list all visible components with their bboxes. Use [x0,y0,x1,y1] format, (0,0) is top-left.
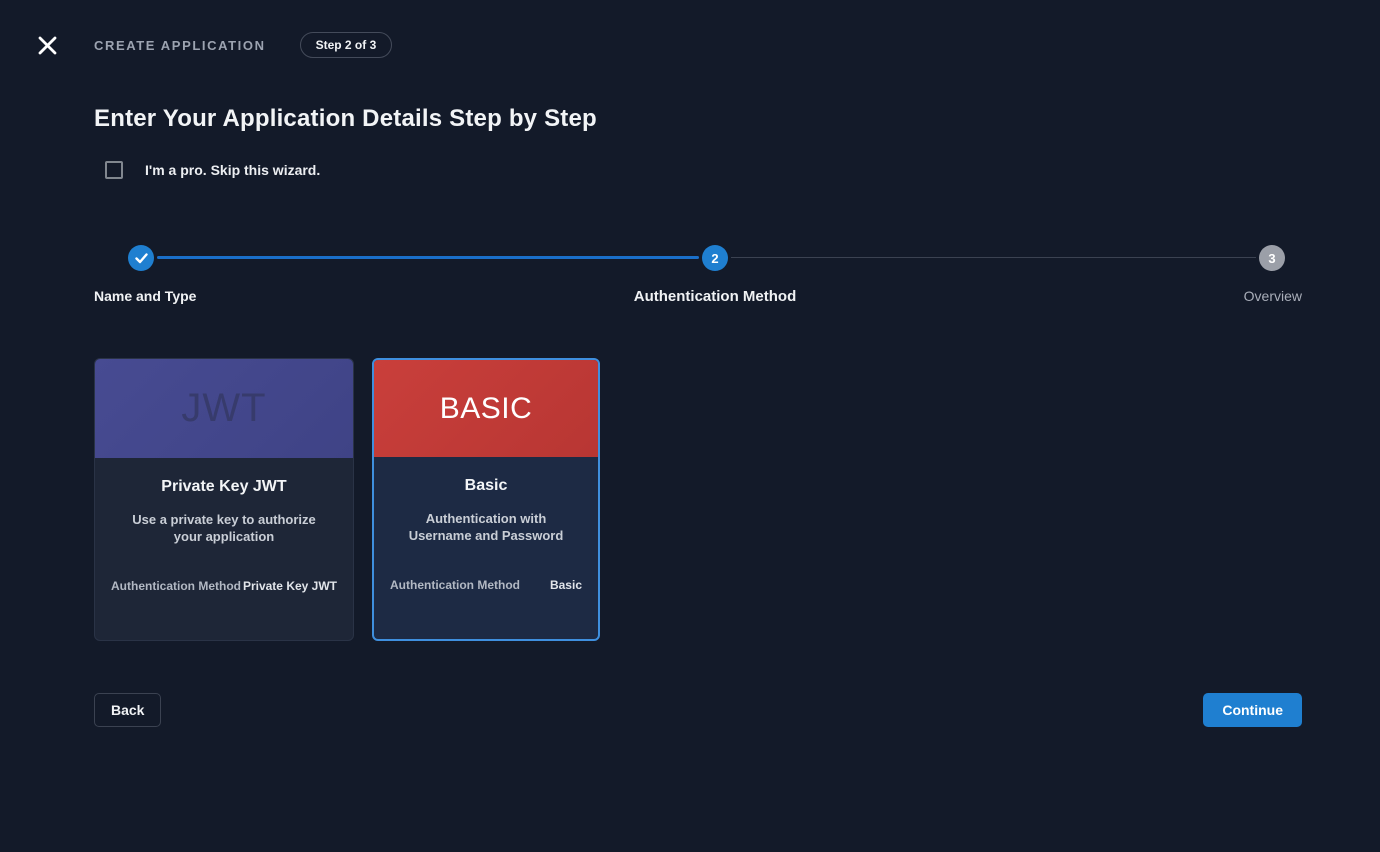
card-basic-selected[interactable]: BASIC Basic Authentication with Username… [372,358,600,641]
page-title: Enter Your Application Details Step by S… [94,105,1302,133]
skip-wizard-checkbox[interactable] [105,161,123,179]
jwt-meta-value: Private Key JWT [243,579,337,593]
back-button[interactable]: Back [94,693,161,727]
stepper-track-completed [157,256,699,259]
continue-button[interactable]: Continue [1203,693,1302,727]
jwt-meta-label: Authentication Method [111,579,241,593]
skip-wizard-label[interactable]: I'm a pro. Skip this wizard. [145,162,320,178]
jwt-banner-text: JWT [181,386,266,431]
auth-method-cards: JWT Private Key JWT Use a private key to… [94,358,1302,641]
check-icon [135,253,148,264]
topbar: CREATE APPLICATION Step 2 of 3 [0,0,1380,58]
basic-card-banner: BASIC [374,360,598,457]
skip-wizard-row: I'm a pro. Skip this wizard. [94,161,1302,179]
card-private-key-jwt[interactable]: JWT Private Key JWT Use a private key to… [94,358,354,641]
jwt-card-meta: Authentication Method Private Key JWT [111,579,337,593]
step-badge: Step 2 of 3 [300,32,393,58]
step-1-indicator[interactable] [128,245,154,271]
jwt-card-body: Private Key JWT Use a private key to aut… [95,458,353,640]
jwt-card-description: Use a private key to authorize your appl… [111,511,337,546]
step-1-label: Name and Type [94,288,196,304]
stepper-track-upcoming [731,257,1256,258]
basic-meta-value: Basic [550,578,582,592]
wizard-footer: Back Continue [94,693,1302,727]
wizard-title: CREATE APPLICATION [94,38,266,53]
jwt-card-title: Private Key JWT [111,478,337,496]
basic-meta-label: Authentication Method [390,578,520,592]
step-3-label: Overview [1244,288,1302,304]
basic-card-body: Basic Authentication with Username and P… [374,457,598,639]
close-icon [38,36,57,55]
create-application-wizard: CREATE APPLICATION Step 2 of 3 Enter You… [0,0,1380,852]
basic-card-description: Authentication with Username and Passwor… [390,510,582,545]
wizard-stepper: 2 3 Name and Type Authentication Method … [94,245,1302,307]
basic-banner-text: BASIC [440,392,533,426]
jwt-card-banner: JWT [95,359,353,458]
step-2-indicator[interactable]: 2 [702,245,728,271]
basic-card-title: Basic [390,477,582,495]
step-3-indicator[interactable]: 3 [1259,245,1285,271]
close-button[interactable] [36,34,58,56]
step-2-label: Authentication Method [634,288,796,305]
basic-card-meta: Authentication Method Basic [390,578,582,592]
